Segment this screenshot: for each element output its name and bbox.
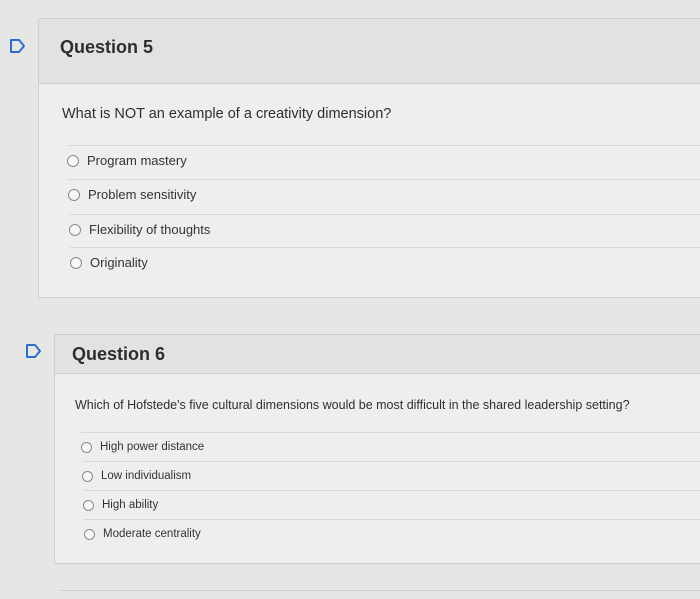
radio-button-icon[interactable] (69, 223, 81, 236)
question-6-panel: Question 6 Which of Hofstede's five cult… (54, 334, 700, 564)
radio-button-icon[interactable] (83, 499, 94, 511)
flag-question-icon[interactable] (8, 36, 28, 56)
question-6-title: Question 6 (72, 344, 166, 364)
question-5-option-3[interactable]: Flexibility of thoughts (69, 214, 700, 244)
question-6-option-3[interactable]: High ability (83, 490, 700, 519)
question-6-option-1[interactable]: High power distance (81, 432, 700, 461)
option-label: Problem sensitivity (88, 187, 197, 202)
question-6-option-2[interactable]: Low individualism (82, 461, 700, 490)
question-5-option-4[interactable]: Originality (70, 247, 700, 277)
flag-question-icon[interactable] (24, 341, 44, 361)
question-5-panel: Question 5 What is NOT an example of a c… (38, 18, 700, 298)
option-label: Originality (90, 255, 148, 270)
next-question-divider (60, 590, 700, 591)
option-label: Low individualism (101, 470, 192, 482)
question-5-text: What is NOT an example of a creativity d… (62, 106, 392, 122)
question-5-title: Question 5 (60, 37, 154, 57)
radio-button-icon[interactable] (84, 528, 95, 540)
option-label: High ability (102, 499, 159, 511)
option-label: Moderate centrality (103, 528, 201, 540)
radio-button-icon[interactable] (70, 256, 82, 269)
question-6-option-4[interactable]: Moderate centrality (84, 519, 700, 548)
radio-button-icon[interactable] (68, 188, 80, 201)
radio-button-icon[interactable] (82, 470, 93, 482)
question-5-option-1[interactable]: Program mastery (67, 145, 700, 175)
option-label: Flexibility of thoughts (89, 222, 211, 237)
question-5-option-2[interactable]: Problem sensitivity (68, 179, 700, 209)
radio-button-icon[interactable] (81, 441, 92, 453)
option-label: High power distance (100, 441, 205, 453)
radio-button-icon[interactable] (67, 154, 79, 167)
option-label: Program mastery (87, 153, 187, 168)
question-6-text: Which of Hofstede's five cultural dimens… (75, 398, 630, 412)
